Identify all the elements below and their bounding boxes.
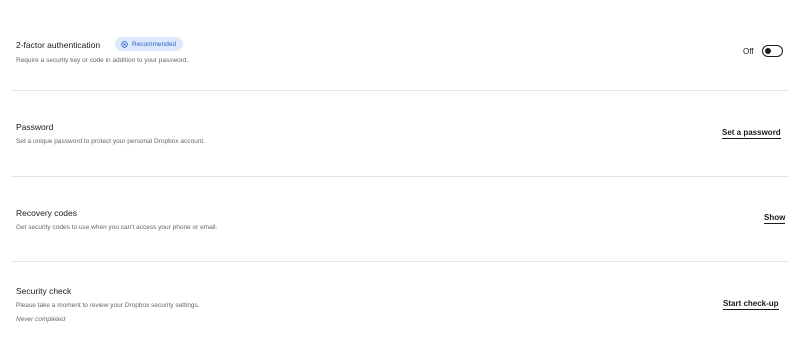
two-factor-title: 2-factor authentication bbox=[16, 40, 101, 50]
shield-check-icon bbox=[121, 40, 128, 48]
two-factor-row: 2-factor authentication Recommended Requ… bbox=[0, 0, 800, 90]
password-title: Password bbox=[16, 122, 54, 132]
show-recovery-codes-link[interactable]: Show bbox=[764, 213, 786, 224]
recovery-codes-row: Recovery codes Get security codes to use… bbox=[0, 177, 800, 261]
two-factor-toggle[interactable] bbox=[761, 45, 783, 57]
recommended-badge: Recommended bbox=[115, 37, 184, 51]
two-factor-toggle-group: Off bbox=[743, 45, 783, 57]
start-check-up-link[interactable]: Start check-up bbox=[723, 299, 779, 310]
set-password-link[interactable]: Set a password bbox=[722, 128, 781, 139]
security-check-status: Never completed bbox=[16, 316, 66, 323]
password-description: Set a unique password to protect your pe… bbox=[16, 138, 205, 145]
recovery-codes-description: Get security codes to use when you can't… bbox=[16, 224, 218, 231]
recommended-badge-label: Recommended bbox=[132, 40, 177, 48]
two-factor-description: Require a security key or code in additi… bbox=[16, 57, 189, 64]
security-check-title: Security check bbox=[16, 286, 72, 296]
toggle-state-label: Off bbox=[743, 46, 754, 56]
password-row: Password Set a unique password to protec… bbox=[0, 91, 800, 176]
recovery-codes-title: Recovery codes bbox=[16, 208, 77, 218]
security-check-row: Security check Please take a moment to r… bbox=[0, 262, 800, 342]
toggle-knob bbox=[764, 47, 771, 54]
security-check-description: Please take a moment to review your Drop… bbox=[16, 302, 200, 309]
